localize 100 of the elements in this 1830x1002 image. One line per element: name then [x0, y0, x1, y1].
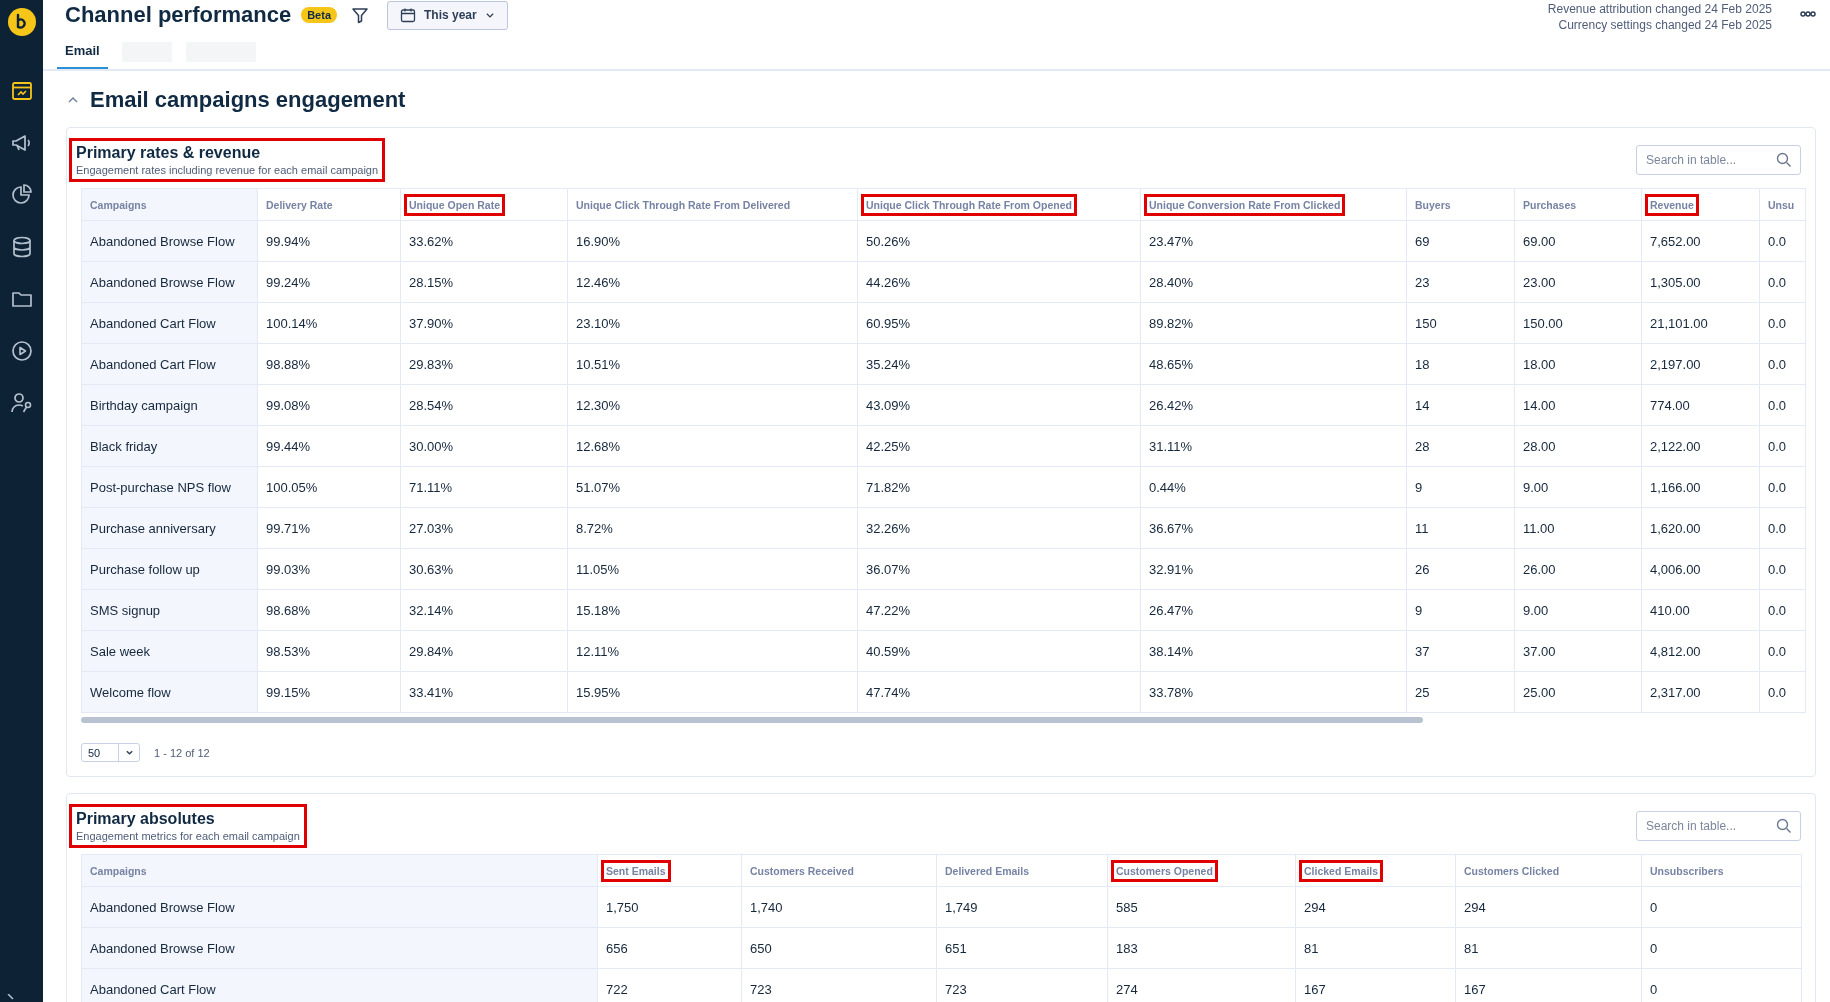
table-cell: 12.30% [567, 384, 858, 426]
table-cell: Welcome flow [81, 671, 258, 713]
column-header[interactable]: Unsubscribers [1641, 854, 1802, 887]
search-field[interactable]: Search in table... [1636, 145, 1801, 175]
table-cell: 69.00 [1514, 220, 1642, 262]
table-cell: 12.46% [567, 261, 858, 303]
column-header[interactable]: Buyers [1406, 188, 1515, 221]
card-subtitle: Engagement rates including revenue for each email campaign [76, 164, 379, 176]
table-cell: 71.82% [857, 466, 1141, 508]
table-cell: 7,652.00 [1641, 220, 1760, 262]
table-cell: 28 [1406, 425, 1515, 467]
table-cell: Post-purchase NPS flow [81, 466, 258, 508]
table-cell: 33.62% [400, 220, 568, 262]
change-note: Currency settings changed 24 Feb 2025 [1558, 17, 1772, 33]
column-header[interactable]: Delivered Emails [936, 854, 1108, 887]
table-cell: 183 [1107, 927, 1296, 969]
column-header[interactable]: Unique Conversion Rate From Clicked [1140, 188, 1407, 221]
card-subtitle: Engagement metrics for each email campaign [76, 830, 300, 842]
table-cell: 81 [1295, 927, 1456, 969]
horizontal-scrollbar[interactable] [81, 717, 1423, 723]
table-cell: 656 [597, 927, 742, 969]
column-header[interactable]: Campaigns [81, 188, 258, 221]
table-cell: 23.10% [567, 302, 858, 344]
table-cell: 98.88% [257, 343, 401, 385]
table-cell: 26.42% [1140, 384, 1407, 426]
table-cell: 0.0 [1759, 671, 1806, 713]
filter-icon[interactable] [351, 6, 369, 24]
table-cell: Abandoned Browse Flow [81, 927, 598, 969]
column-header[interactable]: Unique Open Rate [400, 188, 568, 221]
column-header[interactable]: Customers Clicked [1455, 854, 1642, 887]
table-cell: 71.11% [400, 466, 568, 508]
table-cell: 69 [1406, 220, 1515, 262]
search-icon[interactable] [1776, 818, 1792, 834]
table-cell: 150.00 [1514, 302, 1642, 344]
table-cell: 81 [1455, 927, 1642, 969]
table-cell: 47.22% [857, 589, 1141, 631]
column-header[interactable]: Customers Received [741, 854, 937, 887]
table-cell: 0.0 [1759, 589, 1806, 631]
table-cell: 12.11% [567, 630, 858, 672]
column-header[interactable]: Sent Emails [597, 854, 742, 887]
table-cell: 1,305.00 [1641, 261, 1760, 303]
column-header[interactable]: Revenue [1641, 188, 1760, 221]
table-cell: 650 [741, 927, 937, 969]
table-cell: 0.0 [1759, 384, 1806, 426]
column-header[interactable]: Unique Click Through Rate From Opened [857, 188, 1141, 221]
table-cell: 37 [1406, 630, 1515, 672]
column-header[interactable]: Clicked Emails [1295, 854, 1456, 887]
table-cell: 11 [1406, 507, 1515, 549]
table-cell: 28.15% [400, 261, 568, 303]
more-icon[interactable] [1800, 10, 1816, 18]
page-range: 1 - 12 of 12 [154, 746, 210, 759]
column-header[interactable]: Unique Click Through Rate From Delivered [567, 188, 858, 221]
table-cell: 28.40% [1140, 261, 1407, 303]
table-cell: 36.67% [1140, 507, 1407, 549]
table-cell: 23 [1406, 261, 1515, 303]
table-cell: 1,166.00 [1641, 466, 1760, 508]
table-cell: 11.05% [567, 548, 858, 590]
table-cell: 2,197.00 [1641, 343, 1760, 385]
date-range-dropdown[interactable]: This year [387, 0, 508, 30]
table-cell: 98.53% [257, 630, 401, 672]
table-cell: 42.25% [857, 425, 1141, 467]
table-cell: 0.0 [1759, 507, 1806, 549]
table-cell: 9.00 [1514, 466, 1642, 508]
column-header[interactable]: Unsu [1759, 188, 1806, 221]
table-cell: 51.07% [567, 466, 858, 508]
table-cell: 9 [1406, 589, 1515, 631]
change-note: Revenue attribution changed 24 Feb 2025 [1547, 1, 1772, 17]
table-cell: 98.68% [257, 589, 401, 631]
table-cell: Purchase anniversary [81, 507, 258, 549]
table-cell: 47.74% [857, 671, 1141, 713]
table-cell: 26 [1406, 548, 1515, 590]
table-cell: 27.03% [400, 507, 568, 549]
table-cell: 30.63% [400, 548, 568, 590]
table-cell: 150 [1406, 302, 1515, 344]
column-header[interactable]: Campaigns [81, 854, 598, 887]
table-cell: 15.95% [567, 671, 858, 713]
column-header[interactable]: Customers Opened [1107, 854, 1296, 887]
table-cell: 1,740 [741, 886, 937, 928]
search-icon[interactable] [1776, 152, 1792, 168]
column-header[interactable]: Delivery Rate [257, 188, 401, 221]
table-cell: 23.00 [1514, 261, 1642, 303]
table-cell: Abandoned Browse Flow [81, 220, 258, 262]
column-header[interactable]: Purchases [1514, 188, 1642, 221]
table-cell: 18 [1406, 343, 1515, 385]
table-cell: 21,101.00 [1641, 302, 1760, 344]
table-cell: 585 [1107, 886, 1296, 928]
table-cell: 26.00 [1514, 548, 1642, 590]
page-size-dropdown[interactable]: 50 [81, 743, 140, 762]
table-cell: 294 [1455, 886, 1642, 928]
section-title: Email campaigns engagement [90, 87, 406, 113]
search-field[interactable]: Search in table... [1636, 811, 1801, 841]
table-cell: Purchase follow up [81, 548, 258, 590]
logo-icon[interactable] [7, 8, 36, 36]
table-cell: 32.91% [1140, 548, 1407, 590]
table-cell: Abandoned Browse Flow [81, 886, 598, 928]
table-cell: 25.00 [1514, 671, 1642, 713]
table-cell: 651 [936, 927, 1108, 969]
table-cell: 25 [1406, 671, 1515, 713]
table-cell: 18.00 [1514, 343, 1642, 385]
table-cell: 0.0 [1759, 548, 1806, 590]
